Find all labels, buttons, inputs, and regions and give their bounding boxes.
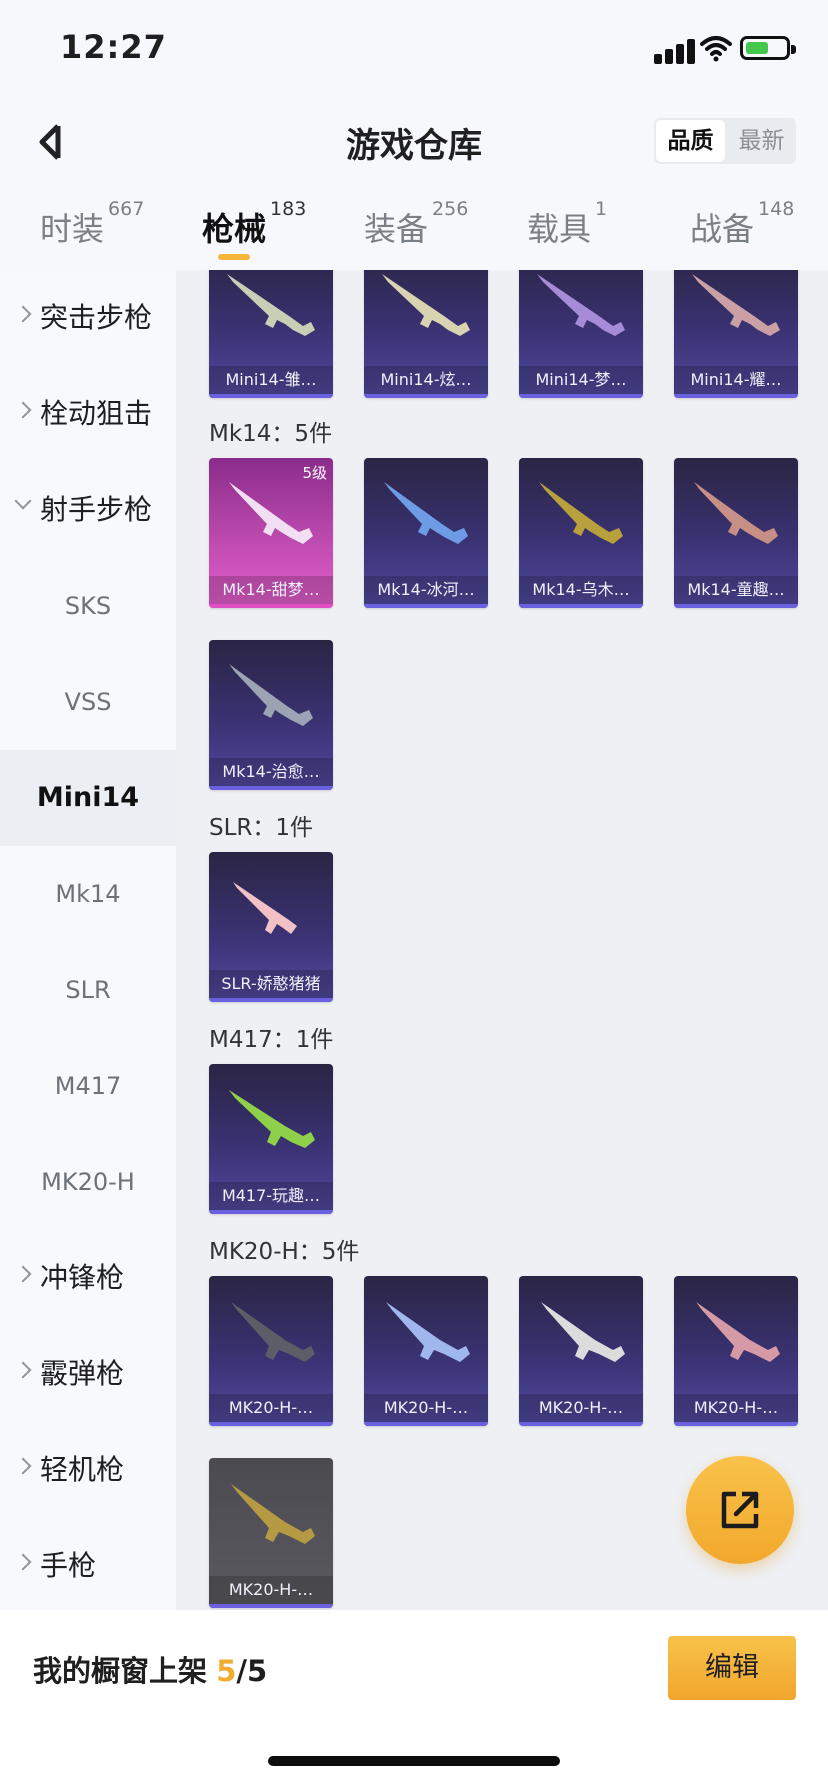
sidebar-category-lmg[interactable]: 轻机枪 <box>0 1422 176 1518</box>
rifle-icon <box>229 482 313 544</box>
item-card[interactable]: MK20-H-… <box>674 1276 798 1426</box>
header-bar: 游戏仓库 品质 最新 <box>0 96 828 188</box>
share-export-icon <box>721 1491 759 1529</box>
item-card[interactable]: MK20-H-… <box>209 1458 333 1608</box>
sidebar-item-sks[interactable]: SKS <box>0 558 176 654</box>
sidebar-category-assault-rifle[interactable]: 突击步枪 <box>0 270 176 366</box>
wifi-icon <box>700 36 732 62</box>
sidebar-category-pistol[interactable]: 手枪 <box>0 1518 176 1614</box>
item-card[interactable]: M417-玩趣… <box>209 1064 333 1214</box>
tab-vehicles[interactable]: 载具1 <box>527 198 607 250</box>
edit-button[interactable]: 编辑 <box>668 1636 796 1700</box>
rifle-icon <box>537 274 625 336</box>
sidebar-item-mk20h[interactable]: MK20-H <box>0 1134 176 1230</box>
item-card[interactable]: Mini14-梦… <box>519 270 643 398</box>
item-card[interactable]: Mk14-冰河… <box>364 458 488 608</box>
chevron-right-icon <box>14 1457 32 1475</box>
chevron-right-icon <box>14 401 32 419</box>
sidebar-category-marksman-rifle[interactable]: 射手步枪 <box>0 462 176 558</box>
rifle-icon <box>227 274 315 336</box>
tab-fashion[interactable]: 时装667 <box>40 198 144 250</box>
sidebar-item-mk14[interactable]: Mk14 <box>0 846 176 942</box>
group-title-mk20h: MK20-H：5件 <box>209 1239 360 1265</box>
rifle-icon <box>231 1302 315 1362</box>
weapon-category-sidebar: 突击步枪 栓动狙击 射手步枪 SKS VSS Mini14 Mk14 SLR M… <box>0 270 176 1610</box>
item-card[interactable]: Mini14-耀… <box>674 270 798 398</box>
sidebar-item-slr[interactable]: SLR <box>0 942 176 1038</box>
chevron-right-icon <box>14 305 32 323</box>
chevron-down-icon <box>14 492 32 510</box>
group-title-mk14: Mk14：5件 <box>209 421 333 447</box>
sidebar-item-m417[interactable]: M417 <box>0 1038 176 1134</box>
rifle-icon <box>382 274 470 336</box>
rifle-icon <box>541 1302 625 1362</box>
signal-icon <box>654 38 704 64</box>
rifle-icon <box>231 1484 315 1544</box>
sidebar-category-bolt-sniper[interactable]: 栓动狙击 <box>0 366 176 462</box>
rifle-icon <box>386 1302 470 1362</box>
category-tabs: 时装667 枪械183 装备256 载具1 战备148 <box>0 188 828 270</box>
group-title-slr: SLR：1件 <box>209 815 314 841</box>
item-card[interactable]: Mk14-乌木… <box>519 458 643 608</box>
showcase-count: 我的橱窗上架 5/5 <box>33 1654 268 1688</box>
group-title-m417: M417：1件 <box>209 1027 334 1053</box>
item-card[interactable]: MK20-H-… <box>364 1276 488 1426</box>
share-button[interactable] <box>686 1456 794 1564</box>
rifle-icon <box>694 482 778 544</box>
item-card[interactable]: SLR-娇憨猪猪 <box>209 852 333 1002</box>
rifle-icon <box>539 482 623 544</box>
item-grid: Mini14-雏… Mini14-炫… Mini14-梦… Mini14-耀… … <box>176 270 828 1610</box>
tab-equipment[interactable]: 装备256 <box>364 198 468 250</box>
item-card[interactable]: MK20-H-… <box>519 1276 643 1426</box>
item-card[interactable]: Mini14-炫… <box>364 270 488 398</box>
sidebar-item-vss[interactable]: VSS <box>0 654 176 750</box>
sort-newest[interactable]: 最新 <box>727 118 796 164</box>
item-card[interactable]: 5级 Mk14-甜梦… <box>209 458 333 608</box>
rifle-icon <box>384 482 468 544</box>
chevron-right-icon <box>14 1265 32 1283</box>
rifle-icon <box>692 274 780 336</box>
item-card[interactable]: Mk14-治愈… <box>209 640 333 790</box>
tab-supplies[interactable]: 战备148 <box>690 198 794 250</box>
sidebar-category-shotgun[interactable]: 霰弹枪 <box>0 1326 176 1422</box>
item-card[interactable]: Mk14-童趣… <box>674 458 798 608</box>
active-tab-indicator <box>218 254 250 260</box>
rifle-icon <box>696 1302 780 1362</box>
home-indicator <box>268 1756 560 1766</box>
rifle-icon <box>229 1090 315 1148</box>
rifle-icon <box>229 664 313 726</box>
battery-icon <box>740 36 796 60</box>
sidebar-item-mini14[interactable]: Mini14 <box>0 750 176 846</box>
chevron-right-icon <box>14 1361 32 1379</box>
status-time: 12:27 <box>60 28 167 66</box>
sidebar-category-smg[interactable]: 冲锋枪 <box>0 1230 176 1326</box>
item-card[interactable]: MK20-H-… <box>209 1276 333 1426</box>
sort-toggle[interactable]: 品质 最新 <box>654 118 796 164</box>
showcase-bar: 我的橱窗上架 5/5 编辑 <box>0 1610 828 1792</box>
sort-quality[interactable]: 品质 <box>656 120 725 162</box>
status-bar: 12:27 <box>0 0 828 96</box>
tab-firearms[interactable]: 枪械183 <box>202 198 306 250</box>
rifle-icon <box>233 882 297 934</box>
chevron-right-icon <box>14 1553 32 1571</box>
item-card[interactable]: Mini14-雏… <box>209 270 333 398</box>
